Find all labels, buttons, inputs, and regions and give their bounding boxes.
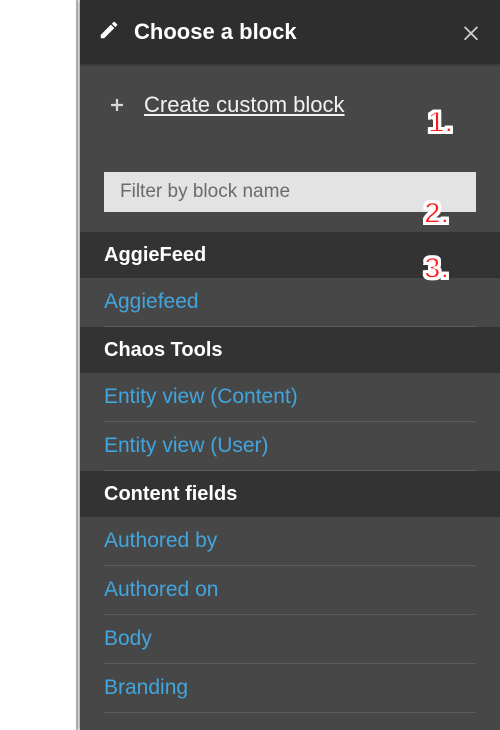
- category-heading-label: AggieFeed: [104, 244, 206, 267]
- category-heading: Content fields: [80, 471, 500, 517]
- callout-1: 1.: [428, 106, 453, 140]
- block-item[interactable]: Authored by: [104, 517, 476, 566]
- block-link[interactable]: Aggiefeed: [104, 290, 199, 313]
- block-link[interactable]: Body: [104, 627, 152, 650]
- panel-header: Choose a block: [80, 0, 500, 64]
- spacer: [80, 144, 500, 172]
- block-link[interactable]: Entity view (User): [104, 434, 269, 457]
- block-item[interactable]: Branding: [104, 664, 476, 713]
- close-icon: [460, 21, 482, 43]
- panel-title: Choose a block: [134, 19, 297, 45]
- callout-3: 3.: [424, 252, 449, 286]
- block-link[interactable]: Authored by: [104, 529, 217, 552]
- block-item[interactable]: Body: [104, 615, 476, 664]
- block-item[interactable]: Authored on: [104, 566, 476, 615]
- close-button[interactable]: [460, 21, 482, 43]
- block-link[interactable]: Authored on: [104, 578, 218, 601]
- create-custom-block-link: Create custom block: [144, 92, 345, 118]
- page-gutter: [0, 0, 78, 730]
- block-link[interactable]: Branding: [104, 676, 188, 699]
- pencil-icon: [98, 19, 120, 46]
- filter-input[interactable]: [104, 172, 476, 212]
- category-heading-label: Chaos Tools: [104, 339, 223, 362]
- category-heading: Chaos Tools: [80, 327, 500, 373]
- block-item[interactable]: Aggiefeed: [104, 278, 476, 327]
- callout-2: 2.: [424, 197, 449, 231]
- plus-icon: [106, 94, 128, 116]
- category-heading-label: Content fields: [104, 483, 237, 506]
- block-list: Authored by Authored on Body Branding: [80, 517, 500, 713]
- block-item[interactable]: Entity view (User): [104, 422, 476, 471]
- block-list: Entity view (Content) Entity view (User): [80, 373, 500, 471]
- block-item[interactable]: Entity view (Content): [104, 373, 476, 422]
- block-link[interactable]: Entity view (Content): [104, 385, 298, 408]
